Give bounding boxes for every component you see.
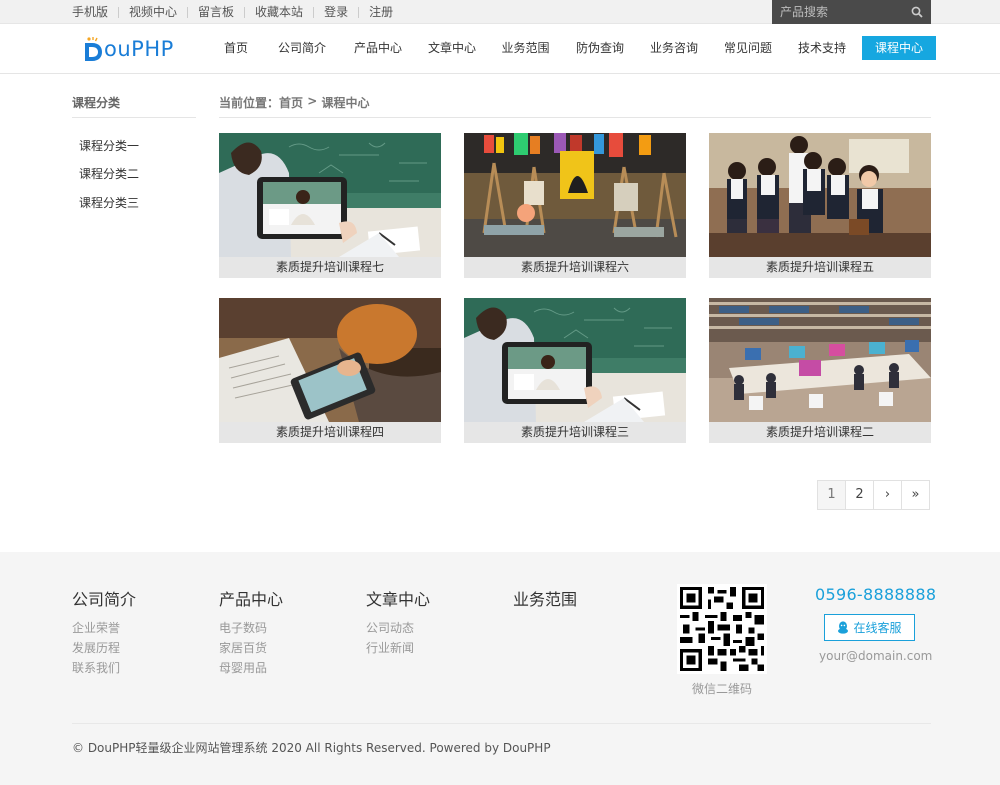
course-title[interactable]: 素质提升培训课程四 (219, 422, 441, 443)
footer-column-products: 产品中心 电子数码 家居百货 母婴用品 (219, 586, 283, 678)
course-card[interactable]: 素质提升培训课程三 (464, 298, 686, 443)
course-title[interactable]: 素质提升培训课程六 (464, 257, 686, 278)
footer-column-articles: 文章中心 公司动态 行业新闻 (366, 586, 430, 658)
footer-link[interactable]: 发展历程 (72, 638, 136, 658)
search-input[interactable] (772, 5, 902, 19)
course-card[interactable]: 素质提升培训课程六 (464, 133, 686, 278)
top-link-login[interactable]: 登录 (314, 0, 358, 24)
course-image[interactable] (464, 133, 686, 257)
product-search (772, 0, 931, 24)
logo-d-icon (85, 37, 102, 61)
footer-column-title[interactable]: 产品中心 (219, 586, 283, 610)
footer-link[interactable]: 公司动态 (366, 618, 430, 638)
nav-item-courses[interactable]: 课程中心 (862, 36, 936, 60)
breadcrumb-separator: > (303, 94, 322, 108)
footer-column-title[interactable]: 公司简介 (72, 586, 136, 610)
breadcrumb-label: 当前位置： (219, 96, 280, 110)
qr-code-label: 微信二维码 (691, 682, 752, 696)
logo[interactable]: ouPHP (82, 36, 174, 62)
sidebar-title: 课程分类 (72, 96, 121, 110)
wechat-qr-code (677, 584, 767, 674)
course-image[interactable] (464, 298, 686, 422)
course-card[interactable]: 素质提升培训课程四 (219, 298, 441, 443)
breadcrumb-current[interactable]: 课程中心 (321, 94, 369, 111)
course-card[interactable]: 素质提升培训课程二 (709, 298, 931, 443)
pagination: 1 2 › » (817, 480, 930, 510)
footer-link[interactable]: 母婴用品 (219, 658, 283, 678)
nav-item-products[interactable]: 产品中心 (340, 36, 416, 60)
contact-email: your@domain.com (819, 649, 933, 663)
sidebar-item-category-2[interactable]: 课程分类二 (79, 165, 139, 182)
breadcrumb: 当前位置： 首页 > 课程中心 (219, 94, 369, 111)
top-links: 手机版 视频中心 留言板 收藏本站 登录 注册 (72, 0, 403, 24)
online-service-label: 在线客服 (853, 621, 902, 635)
sidebar-item-category-1[interactable]: 课程分类一 (79, 137, 139, 154)
course-title[interactable]: 素质提升培训课程二 (709, 422, 931, 443)
top-bar: 手机版 视频中心 留言板 收藏本站 登录 注册 (0, 0, 1000, 24)
top-link-mobile[interactable]: 手机版 (72, 0, 118, 24)
breadcrumb-home[interactable]: 首页 (279, 94, 303, 111)
course-image[interactable] (219, 133, 441, 257)
nav-item-support[interactable]: 技术支持 (785, 36, 859, 60)
online-service-button[interactable]: 在线客服 (824, 614, 915, 641)
nav-item-business[interactable]: 业务范围 (488, 36, 563, 60)
footer-column-about: 公司简介 企业荣誉 发展历程 联系我们 (72, 586, 136, 678)
nav-item-about[interactable]: 公司简介 (264, 36, 340, 60)
course-title[interactable]: 素质提升培训课程五 (709, 257, 931, 278)
qr-code-icon (677, 584, 767, 674)
course-card[interactable]: 素质提升培训课程七 (219, 133, 441, 278)
site-footer: 公司简介 企业荣誉 发展历程 联系我们 产品中心 电子数码 家居百货 母婴用品 … (0, 552, 1000, 785)
sidebar-item-category-3[interactable]: 课程分类三 (79, 194, 139, 211)
footer-link[interactable]: 联系我们 (72, 658, 136, 678)
nav-item-articles[interactable]: 文章中心 (416, 36, 488, 60)
divider (72, 723, 931, 724)
logo-text: ouPHP (104, 37, 174, 61)
course-image[interactable] (219, 298, 441, 422)
top-link-register[interactable]: 注册 (359, 0, 403, 24)
last-page-button[interactable]: » (901, 480, 930, 510)
next-page-button[interactable]: › (873, 480, 902, 510)
footer-link[interactable]: 行业新闻 (366, 638, 430, 658)
qq-icon (838, 621, 849, 634)
page-2-button[interactable]: 2 (845, 480, 874, 510)
nav-item-anti-fake[interactable]: 防伪查询 (563, 36, 637, 60)
top-link-video[interactable]: 视频中心 (119, 0, 187, 24)
footer-column-title[interactable]: 业务范围 (513, 586, 577, 610)
page-1-button[interactable]: 1 (817, 480, 846, 510)
divider (72, 117, 196, 118)
footer-column-business: 业务范围 (513, 586, 577, 618)
footer-column-title[interactable]: 文章中心 (366, 586, 430, 610)
top-link-guestbook[interactable]: 留言板 (188, 0, 244, 24)
divider (219, 117, 931, 118)
course-image[interactable] (709, 133, 931, 257)
course-title[interactable]: 素质提升培训课程七 (219, 257, 441, 278)
nav-item-faq[interactable]: 常见问题 (711, 36, 785, 60)
top-link-bookmark[interactable]: 收藏本站 (245, 0, 313, 24)
nav-item-home[interactable]: 首页 (210, 36, 262, 60)
course-image[interactable] (709, 298, 931, 422)
footer-link[interactable]: 家居百货 (219, 638, 283, 658)
footer-link[interactable]: 企业荣誉 (72, 618, 136, 638)
site-header: ouPHP 首页 公司简介 产品中心 文章中心 业务范围 防伪查询 业务咨询 常… (0, 24, 1000, 74)
course-card[interactable]: 素质提升培训课程五 (709, 133, 931, 278)
search-icon[interactable] (911, 6, 923, 18)
contact-phone: 0596-8888888 (815, 585, 937, 604)
main-nav: 首页 公司简介 产品中心 文章中心 业务范围 防伪查询 业务咨询 常见问题 技术… (210, 36, 936, 60)
copyright: © DouPHP轻量级企业网站管理系统 2020 All Rights Rese… (72, 741, 551, 755)
footer-link[interactable]: 电子数码 (219, 618, 283, 638)
course-title[interactable]: 素质提升培训课程三 (464, 422, 686, 443)
nav-item-consult[interactable]: 业务咨询 (637, 36, 711, 60)
